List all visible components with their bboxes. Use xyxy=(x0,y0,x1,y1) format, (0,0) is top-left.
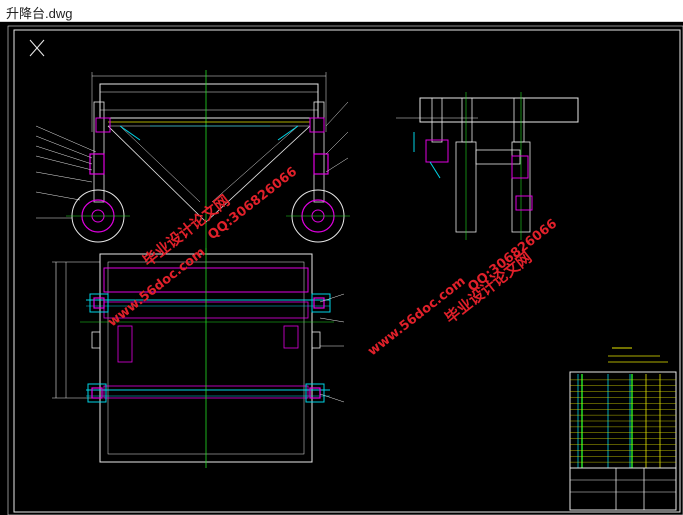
top-beam xyxy=(99,83,319,119)
ucs-icon xyxy=(29,39,45,57)
cad-drawing: 毕业设计论文网 QQ:306826066 www.56doc.com www.5… xyxy=(7,25,683,515)
title-bar: 升降台.dwg xyxy=(0,0,683,22)
sheet-border xyxy=(13,29,681,513)
technical-notes xyxy=(608,347,668,363)
side-top-beam xyxy=(419,97,579,123)
drawing-viewport[interactable]: 毕业设计论文网 QQ:306826066 www.56doc.com www.5… xyxy=(0,22,683,515)
title-block xyxy=(569,371,677,511)
top-view xyxy=(52,248,345,468)
window-title: 升降台.dwg xyxy=(6,6,73,21)
